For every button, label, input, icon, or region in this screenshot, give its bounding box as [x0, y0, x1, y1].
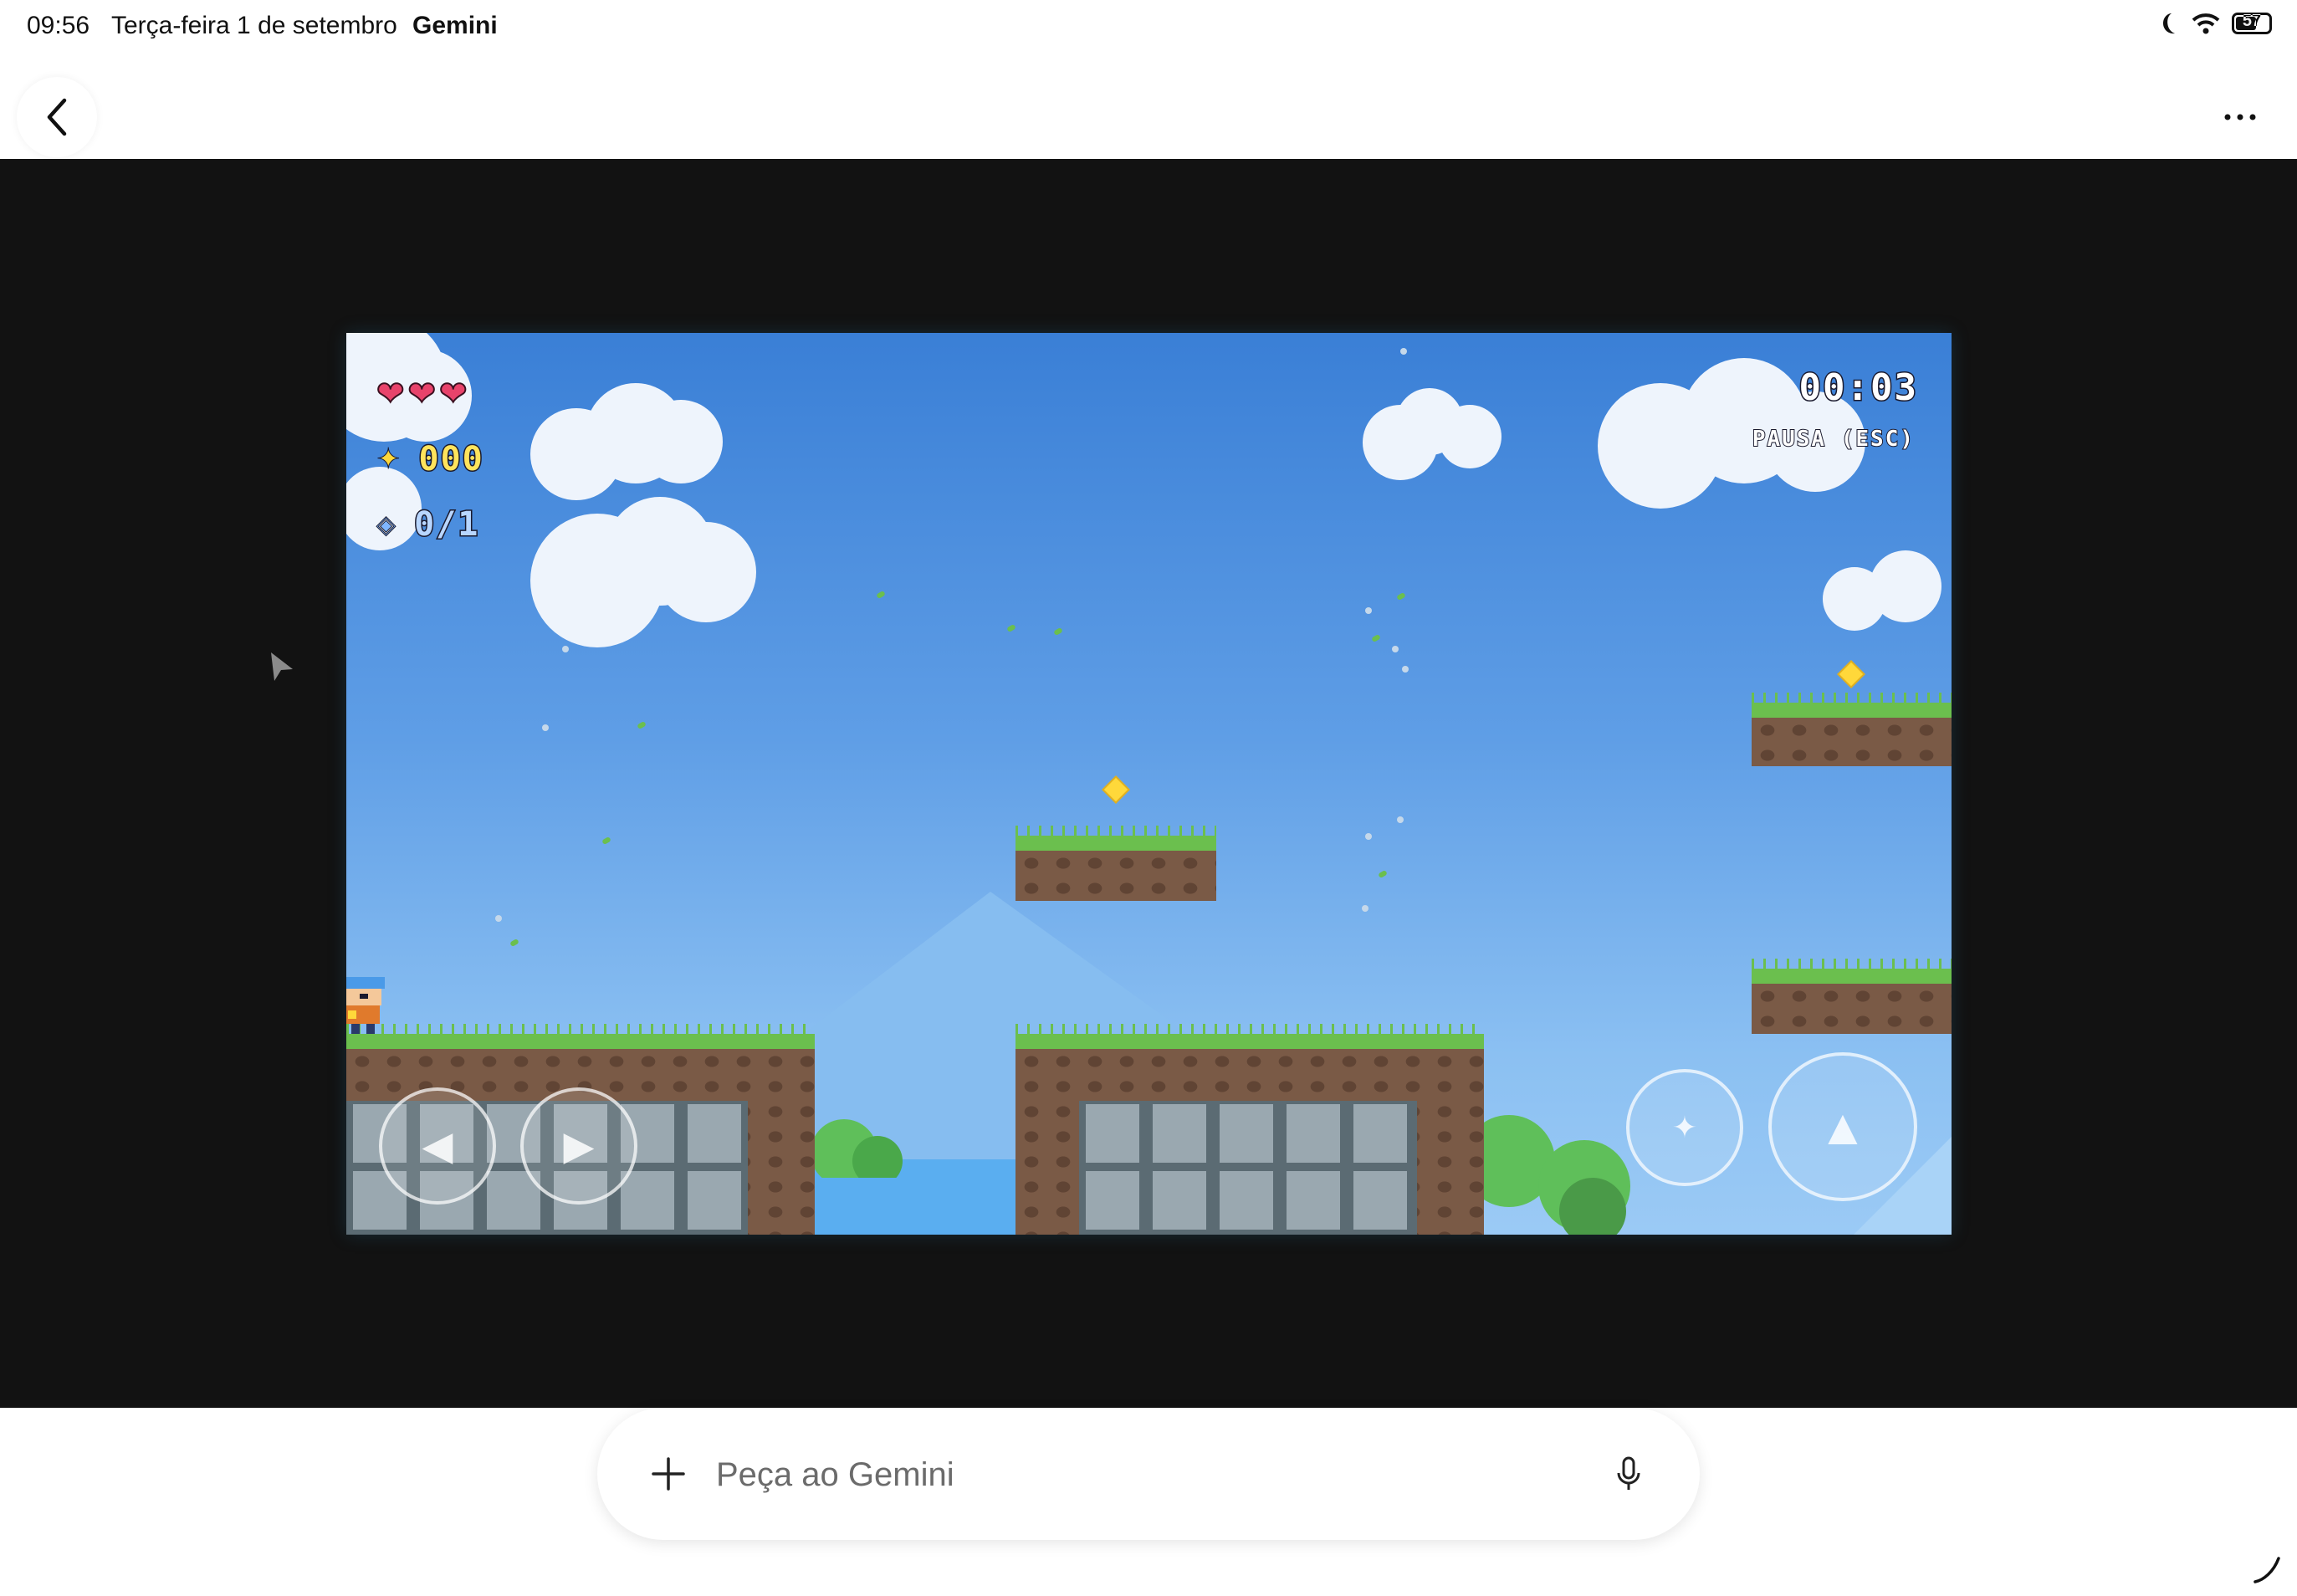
- particle: [495, 915, 502, 922]
- prompt-input[interactable]: [714, 1445, 1571, 1505]
- action-button[interactable]: ✦: [1626, 1069, 1743, 1186]
- app-header: [0, 54, 2297, 159]
- bush: [1476, 1115, 1630, 1235]
- back-button[interactable]: [17, 77, 97, 157]
- coin-count: 000: [417, 439, 484, 480]
- cursor-pointer-icon: [271, 652, 293, 681]
- battery-icon: 57: [2232, 12, 2272, 34]
- prompt-box[interactable]: [597, 1408, 1700, 1540]
- player-character: [346, 977, 385, 1034]
- more-horizontal-icon: [2224, 114, 2256, 120]
- more-options-button[interactable]: [2200, 77, 2280, 157]
- status-icons: 57: [2161, 12, 2272, 35]
- status-date: Terça-feira 1 de setembro: [111, 12, 397, 39]
- particle: [1402, 666, 1409, 673]
- coin-pickup: [1839, 662, 1864, 687]
- particle: [1365, 607, 1372, 614]
- particle: [562, 646, 569, 652]
- floating-platform: [1015, 826, 1216, 901]
- sparkle-icon: ✦: [1671, 1110, 1698, 1144]
- leaf-particle: [1378, 869, 1388, 879]
- leaf-particle: [1396, 591, 1406, 601]
- arrow-right-icon: ▶: [563, 1124, 595, 1169]
- leaf-particle: [509, 938, 519, 948]
- floating-platform-right-lower: [1752, 959, 1952, 1034]
- game-canvas[interactable]: ❤❤❤ ✦ 000 ◈ 0/1 00:03 PAUSA (ESC) ◀ ▶ ✦ …: [346, 333, 1952, 1235]
- bottom-bar: [0, 1408, 2297, 1596]
- arrow-up-icon: ▲: [1818, 1098, 1868, 1155]
- wifi-icon: [2192, 13, 2220, 34]
- move-left-button[interactable]: ◀: [379, 1087, 496, 1205]
- particle: [1362, 905, 1368, 912]
- cloud: [1823, 550, 1952, 634]
- particle: [1400, 348, 1407, 355]
- status-bar: 09:56 Terça-feira 1 de setembro Gemini 5…: [0, 0, 2297, 54]
- add-attachment-button[interactable]: [639, 1445, 698, 1503]
- leaf-particle: [876, 590, 886, 600]
- coin-pickup: [1103, 777, 1128, 802]
- gem-counter: ◈ 0/1: [376, 504, 480, 545]
- gem-icon: ◈: [376, 510, 396, 539]
- coin-counter: ✦ 000: [376, 439, 484, 480]
- chevron-left-icon: [47, 98, 67, 136]
- coin-icon: ✦: [376, 443, 401, 476]
- leaf-particle: [637, 720, 647, 730]
- particle: [1397, 816, 1404, 823]
- arrow-left-icon: ◀: [422, 1124, 453, 1169]
- gem-count: 0/1: [413, 504, 480, 545]
- game-timer: 00:03: [1798, 366, 1918, 411]
- cloud: [530, 383, 723, 500]
- cloud: [530, 497, 765, 647]
- cloud: [1363, 388, 1505, 480]
- ground-platform-middle: [1015, 1024, 1484, 1235]
- leaf-particle: [1053, 627, 1063, 637]
- bush: [811, 1119, 903, 1178]
- jump-button[interactable]: ▲: [1768, 1052, 1917, 1201]
- lives-hearts: ❤❤❤: [376, 375, 471, 413]
- particle: [1392, 646, 1399, 652]
- pause-hint[interactable]: PAUSA (ESC): [1752, 426, 1915, 453]
- status-time: 09:56: [27, 12, 90, 39]
- leaf-particle: [1006, 623, 1016, 633]
- particle: [1365, 833, 1372, 840]
- move-right-button[interactable]: ▶: [520, 1087, 637, 1205]
- plus-icon: [652, 1457, 685, 1491]
- battery-level: 57: [2242, 12, 2262, 30]
- microphone-icon: [1617, 1456, 1640, 1490]
- leaf-particle: [601, 836, 611, 846]
- voice-input-button[interactable]: [1599, 1445, 1658, 1503]
- handwriting-scribble-icon: [2254, 1557, 2280, 1583]
- particle: [542, 724, 549, 731]
- focus-moon-icon: [2163, 13, 2175, 34]
- leaf-particle: [1371, 633, 1381, 643]
- status-app-name: Gemini: [412, 12, 498, 39]
- floating-platform-right-upper: [1752, 693, 1952, 766]
